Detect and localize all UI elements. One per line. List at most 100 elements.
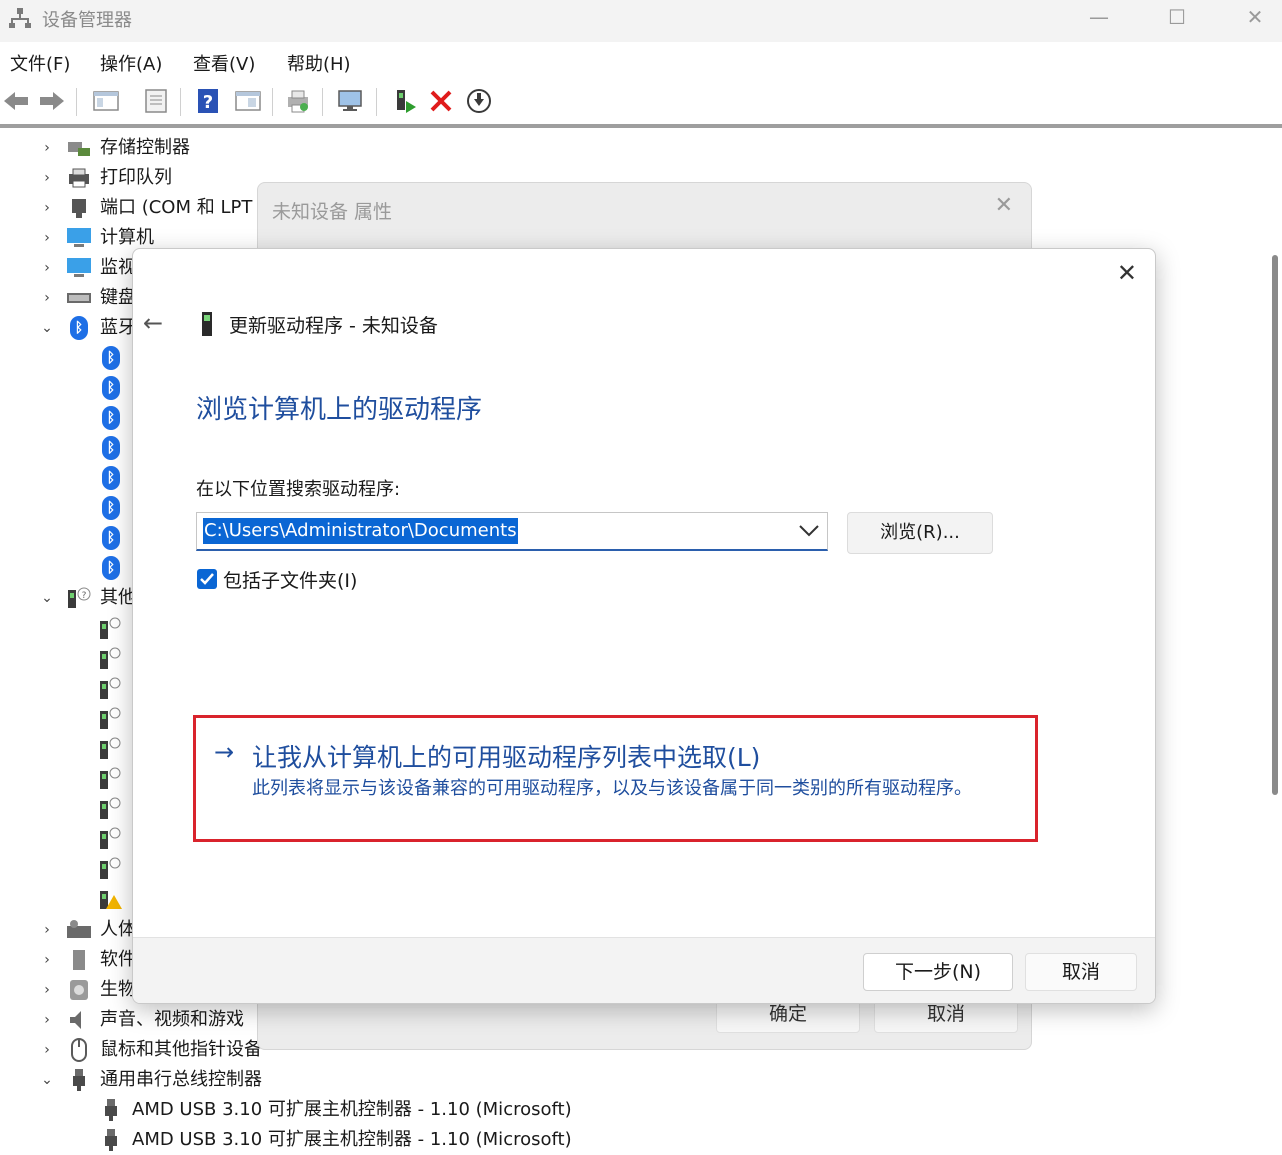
tree-label: 声音、视频和游戏 [100,1009,244,1030]
cancel-button[interactable]: 取消 [1025,953,1137,991]
back-arrow-icon[interactable]: ← [143,309,163,337]
include-subfolders-label[interactable]: 包括子文件夹(I) [223,566,357,593]
tree-row-other-devices[interactable]: ⌄ ? 其他 [0,583,136,613]
pick-from-list-option[interactable]: → 让我从计算机上的可用驱动程序列表中选取(L) 此列表将显示与该设备兼容的可用… [193,715,1038,842]
action-pane-icon[interactable] [234,87,262,115]
tree-row-storage-controllers[interactable]: › 存储控制器 [0,133,260,163]
unknown-device-icon[interactable] [98,765,122,791]
minimize-button[interactable]: — [1076,4,1122,30]
tree-label: 鼠标和其他指针设备 [100,1039,262,1060]
unknown-device-icon[interactable] [98,795,122,821]
close-icon[interactable]: ✕ [1117,259,1137,287]
driver-path-combobox[interactable]: C:\Users\Administrator\Documents [196,512,828,551]
chevron-right-icon[interactable]: › [40,193,54,223]
show-hide-console-tree-icon[interactable] [92,87,120,115]
next-button[interactable]: 下一步(N) [863,953,1013,991]
tree-label: 通用串行总线控制器 [100,1069,262,1090]
mouse-icon [71,1038,87,1062]
browse-button[interactable]: 浏览(R)... [847,512,993,554]
bluetooth-device-icon[interactable]: ᛒ [102,556,120,580]
unknown-device-icon[interactable] [98,675,122,701]
tree-label: 打印队列 [100,167,172,188]
pick-from-list-title[interactable]: 让我从计算机上的可用驱动程序列表中选取(L) [252,738,760,774]
tree-row-usb-host-controller[interactable]: AMD USB 3.10 可扩展主机控制器 - 1.10 (Microsoft) [0,1125,620,1155]
tree-row-sound-video-game[interactable]: › 声音、视频和游戏 [0,1005,260,1035]
unknown-device-icon[interactable] [98,705,122,731]
keyboard-icon [67,293,91,303]
bluetooth-device-icon[interactable]: ᛒ [102,526,120,550]
tree-row-monitors[interactable]: › 监视 [0,253,136,283]
usb-device-icon [105,1099,117,1121]
menu-help[interactable]: 帮助(H) [287,50,351,76]
unknown-device-icon[interactable] [98,645,122,671]
tree-row-usb-host-controller[interactable]: AMD USB 3.10 可扩展主机控制器 - 1.10 (Microsoft) [0,1095,620,1125]
bluetooth-device-icon[interactable]: ᛒ [102,406,120,430]
disable-device-icon[interactable] [465,87,493,115]
tree-row-bluetooth[interactable]: ⌄ ᛒ 蓝牙 [0,313,136,343]
chevron-right-icon[interactable]: › [40,253,54,283]
title-bar: 设备管理器 — ☐ ✕ [0,0,1282,42]
driver-path-input[interactable]: C:\Users\Administrator\Documents [203,518,518,544]
chevron-right-icon[interactable]: › [40,163,54,193]
menu-file[interactable]: 文件(F) [10,50,70,76]
tree-row-mice[interactable]: › 鼠标和其他指针设备 [0,1035,300,1065]
bluetooth-device-icon[interactable]: ᛒ [102,496,120,520]
scan-hardware-changes-icon[interactable] [336,87,364,115]
window-title: 设备管理器 [42,10,132,31]
chevron-right-icon[interactable]: › [40,1005,54,1035]
tree-row-software-devices[interactable]: › 软件 [0,945,136,975]
chevron-down-icon[interactable]: ⌄ [40,583,54,613]
back-arrow-icon[interactable] [2,87,30,115]
tree-label: 生物 [100,979,136,1000]
chevron-right-icon[interactable]: › [40,1035,54,1065]
chevron-right-icon[interactable]: › [40,283,54,313]
tree-row-computer[interactable]: › 计算机 [0,223,154,253]
biometric-icon [70,980,88,1000]
warning-device-icon[interactable] [98,885,122,911]
tree-row-hid[interactable]: › 人体 [0,915,136,945]
chevron-down-icon[interactable]: ⌄ [40,1065,54,1095]
close-button[interactable]: ✕ [1232,4,1278,30]
page-heading: 浏览计算机上的驱动程序 [196,395,483,425]
tree-row-biometric[interactable]: › 生物 [0,975,136,1005]
properties-page-icon[interactable] [142,87,170,115]
bluetooth-icon: ᛒ [70,316,88,340]
print-icon[interactable] [284,87,312,115]
unknown-device-icon[interactable] [98,615,122,641]
toolbar-separator [322,88,323,116]
vertical-scrollbar[interactable] [1272,255,1278,795]
tree-row-ports[interactable]: › 端口 (COM 和 LPT [0,193,260,223]
bluetooth-device-icon[interactable]: ᛒ [102,436,120,460]
properties-dialog-title: 未知设备 属性 [272,201,393,223]
menu-action[interactable]: 操作(A) [100,50,162,76]
toolbar-separator [376,88,377,116]
chevron-right-icon[interactable]: › [40,133,54,163]
chevron-right-icon[interactable]: › [40,945,54,975]
uninstall-device-icon[interactable] [427,87,455,115]
chevron-down-icon[interactable]: ⌄ [40,313,54,343]
toolbar-separator [76,88,77,116]
tree-row-print-queues[interactable]: › 打印队列 [0,163,260,193]
tree-row-usb-controllers[interactable]: ⌄ 通用串行总线控制器 [0,1065,300,1095]
include-subfolders-checkbox[interactable] [197,569,217,589]
tree-label: 软件 [100,949,136,970]
maximize-button[interactable]: ☐ [1154,4,1200,30]
bluetooth-device-icon[interactable]: ᛒ [102,346,120,370]
chevron-right-icon[interactable]: › [40,975,54,1005]
tree-row-keyboards[interactable]: › 键盘 [0,283,136,313]
unknown-device-icon[interactable] [98,825,122,851]
chevron-right-icon[interactable]: › [40,223,54,253]
bluetooth-device-icon[interactable]: ᛒ [102,376,120,400]
unknown-device-icon[interactable] [98,735,122,761]
update-driver-icon[interactable] [390,87,418,115]
help-icon[interactable]: ? [194,87,222,115]
unknown-device-icon[interactable] [98,855,122,881]
tree-label: 蓝牙 [100,317,136,338]
bluetooth-device-icon[interactable]: ᛒ [102,466,120,490]
chevron-down-icon[interactable] [797,517,821,543]
close-icon[interactable]: ✕ [995,193,1013,218]
forward-arrow-icon[interactable] [38,87,66,115]
menu-view[interactable]: 查看(V) [193,50,255,76]
chevron-right-icon[interactable]: › [40,915,54,945]
tree-label: 其他 [100,587,136,608]
